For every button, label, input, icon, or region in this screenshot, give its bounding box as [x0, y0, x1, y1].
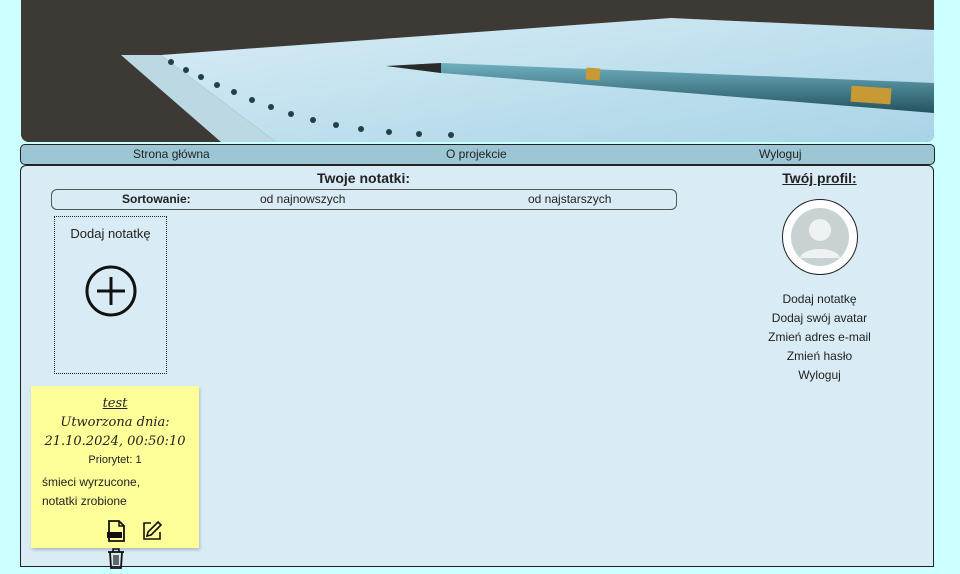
notes-panel: Twoje notatki: Sortowanie: od najnowszyc… [20, 165, 708, 569]
pdf-icon[interactable] [106, 520, 128, 542]
profile-panel: Twój profil: Dodaj notatkę Dodaj swój av… [706, 165, 934, 567]
note-created-date: 21.10.2024, 00:50:10 [44, 434, 186, 449]
sort-label: Sortowanie: [122, 192, 191, 206]
header-banner [21, 0, 934, 142]
nav-home-link[interactable]: Strona główna [133, 147, 210, 161]
nav-about-link[interactable]: O projekcie [446, 147, 507, 161]
sort-newest-option[interactable]: od najnowszych [260, 192, 345, 206]
user-avatar-icon [791, 208, 849, 266]
profile-link-change-password[interactable]: Zmień hasło [706, 349, 933, 368]
trash-icon[interactable] [106, 547, 128, 569]
add-note-label: Dodaj notatkę [70, 226, 151, 241]
add-note-card[interactable]: Dodaj notatkę [54, 216, 167, 374]
note-priority: Priorytet: 1 [88, 454, 142, 466]
sort-bar: Sortowanie: od najnowszych od najstarszy… [51, 189, 677, 210]
note-content-line: notatki zrobione [42, 494, 127, 508]
note-created-label: Utworzona dnia: [60, 415, 170, 430]
note-content-line: śmieci wyrzucone, [42, 475, 141, 489]
edit-icon[interactable] [141, 520, 163, 542]
profile-link-logout[interactable]: Wyloguj [706, 368, 933, 387]
note-title[interactable]: test [31, 396, 199, 411]
avatar [782, 199, 858, 275]
profile-link-add-note[interactable]: Dodaj notatkę [706, 292, 933, 311]
main-navigation: Strona główna O projekcie Wyloguj [20, 144, 935, 165]
note-card: test Utworzona dnia: 21.10.2024, 00:50:1… [31, 386, 199, 569]
profile-heading: Twój profil: [782, 170, 857, 186]
nav-logout-link[interactable]: Wyloguj [759, 147, 802, 161]
profile-links: Dodaj notatkę Dodaj swój avatar Zmień ad… [706, 292, 933, 387]
profile-link-add-avatar[interactable]: Dodaj swój avatar [706, 311, 933, 330]
note-content: śmieci wyrzucone, notatki zrobione [42, 473, 182, 511]
sort-oldest-option[interactable]: od najstarszych [528, 192, 611, 206]
add-circle-icon[interactable] [85, 265, 137, 317]
notes-heading: Twoje notatki: [316, 170, 411, 186]
notebook-pen-image [21, 0, 934, 142]
profile-link-change-email[interactable]: Zmień adres e-mail [706, 330, 933, 349]
note-actions [106, 520, 199, 574]
